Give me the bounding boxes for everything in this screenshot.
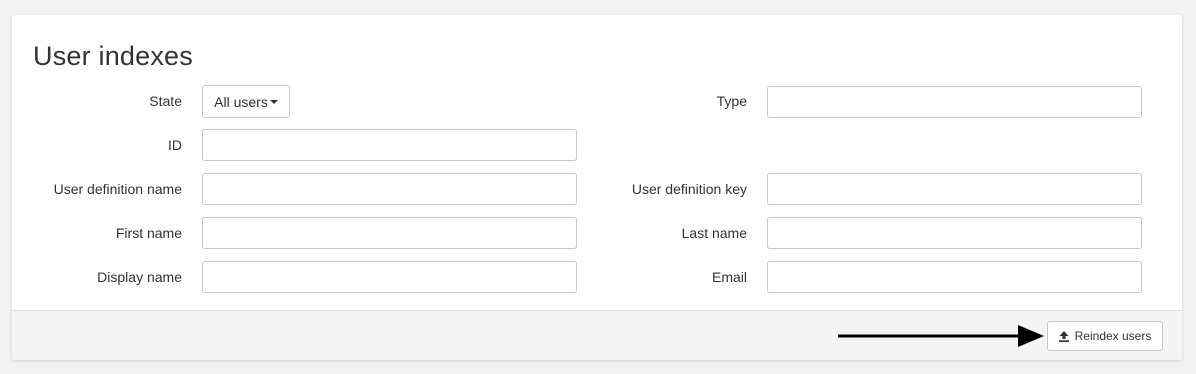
first-name-input[interactable]	[202, 217, 577, 249]
user-definition-key-label: User definition key	[631, 181, 747, 197]
display-name-input[interactable]	[202, 261, 577, 293]
caret-down-icon	[269, 99, 278, 104]
state-dropdown-value: All users	[214, 93, 268, 110]
last-name-input[interactable]	[767, 217, 1142, 249]
user-definition-key-input[interactable]	[767, 173, 1142, 205]
user-indexes-card: User indexes State All users Type ID Use…	[12, 15, 1182, 360]
user-definition-name-input[interactable]	[202, 173, 577, 205]
upload-icon	[1058, 330, 1069, 342]
id-input[interactable]	[202, 129, 577, 161]
email-label: Email	[711, 269, 747, 285]
card-footer: Reindex users	[12, 310, 1182, 360]
id-label: ID	[168, 137, 182, 153]
arrow-right-icon	[838, 325, 1044, 347]
email-input[interactable]	[767, 261, 1142, 293]
last-name-label: Last name	[681, 225, 747, 241]
type-label: Type	[716, 93, 747, 109]
page-title: User indexes	[33, 41, 193, 71]
state-label: State	[149, 93, 182, 109]
reindex-users-label: Reindex users	[1074, 329, 1152, 343]
first-name-label: First name	[115, 225, 182, 241]
reindex-users-button[interactable]: Reindex users	[1047, 321, 1163, 351]
type-input[interactable]	[767, 86, 1142, 118]
display-name-label: Display name	[97, 269, 182, 285]
state-dropdown[interactable]: All users	[202, 85, 290, 118]
user-definition-name-label: User definition name	[53, 181, 182, 197]
